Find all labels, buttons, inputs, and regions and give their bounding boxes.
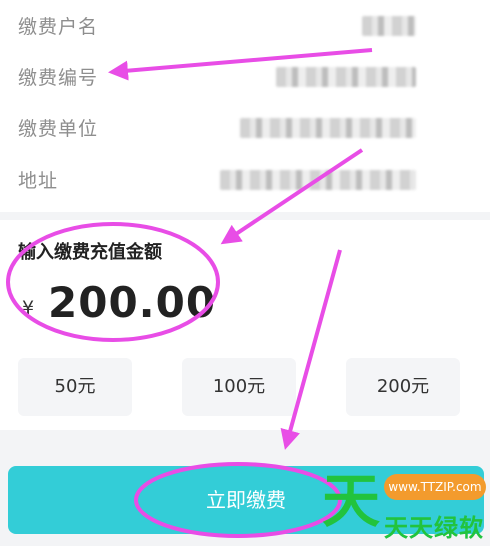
payer-info-section: 缴费户名 缴费编号 缴费单位 地址 (0, 0, 490, 212)
value-company-redacted (240, 118, 416, 138)
label-account-name: 缴费户名 (18, 16, 99, 38)
preset-200-button[interactable]: 200元 (346, 358, 460, 416)
preset-100-button[interactable]: 100元 (182, 358, 296, 416)
watermark-logo-char: 天 (322, 467, 381, 535)
value-account-number-redacted (276, 67, 416, 87)
label-company: 缴费单位 (18, 118, 99, 140)
currency-symbol: ¥ (22, 297, 35, 319)
info-row-company: 缴费单位 (0, 112, 490, 142)
info-row-address: 地址 (0, 164, 490, 194)
info-row-account-name: 缴费户名 (0, 10, 490, 40)
value-address-redacted (220, 170, 416, 190)
section-divider (0, 212, 490, 220)
label-account-number: 缴费编号 (18, 67, 99, 89)
preset-50-button[interactable]: 50元 (18, 358, 132, 416)
watermark-brand-text: 天天绿软 (384, 514, 484, 542)
watermark-url-badge: www.TTZIP.com (384, 474, 486, 500)
amount-title: 输入缴费充值金额 (18, 242, 162, 263)
amount-section: 输入缴费充值金额 ¥ 200.00 50元 100元 200元 (0, 220, 490, 430)
value-account-name-redacted (362, 16, 416, 36)
amount-input[interactable]: 200.00 (48, 278, 216, 327)
info-row-account-number: 缴费编号 (0, 61, 490, 91)
label-address: 地址 (18, 170, 59, 192)
